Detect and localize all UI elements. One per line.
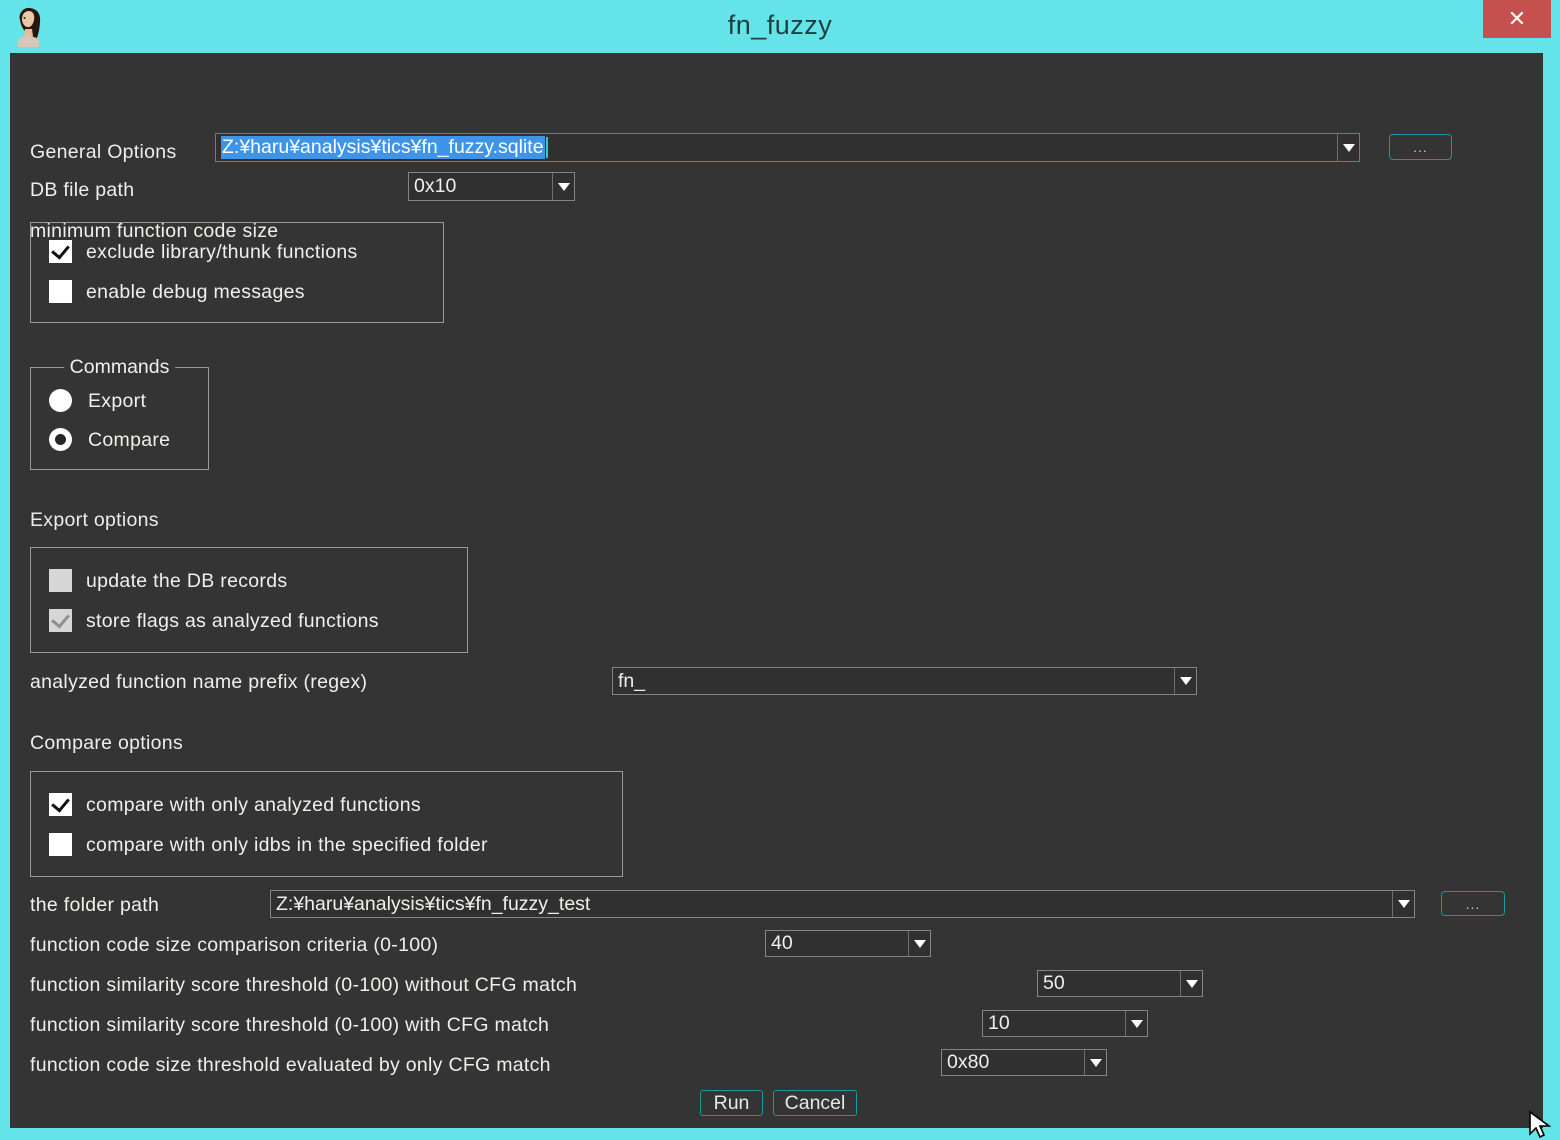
compare-analyzed-checkbox[interactable] (49, 793, 72, 816)
run-button[interactable]: Run (700, 1090, 763, 1116)
commands-legend: Commands (64, 356, 176, 379)
enable-debug-checkbox[interactable] (49, 280, 72, 303)
dropdown-arrow-icon[interactable] (1125, 1011, 1147, 1036)
compare-idbs-label: compare with only idbs in the specified … (86, 834, 488, 857)
compare-idbs-checkbox[interactable] (49, 833, 72, 856)
criteria-combobox[interactable]: 40 (765, 930, 931, 957)
export-radio[interactable] (49, 389, 72, 412)
update-db-records-checkbox[interactable] (49, 569, 72, 592)
compare-analyzed-label: compare with only analyzed functions (86, 794, 421, 817)
sim-with-cfg-label: function similarity score threshold (0-1… (30, 1014, 549, 1037)
dropdown-arrow-icon[interactable] (552, 173, 574, 200)
size-threshold-cfg-value: 0x80 (942, 1051, 1084, 1074)
prefix-combobox[interactable]: fn_ (612, 667, 1197, 695)
folder-path-label: the folder path (30, 894, 159, 917)
dropdown-arrow-icon[interactable] (1174, 668, 1196, 694)
enable-debug-label: enable debug messages (86, 281, 305, 304)
export-radio-label: Export (88, 390, 146, 413)
prefix-value: fn_ (613, 670, 1174, 693)
folder-browse-button[interactable]: ... (1441, 891, 1505, 916)
fn-fuzzy-dialog: General Options DB file path Z:¥haru¥ana… (10, 53, 1543, 1128)
close-button[interactable]: ✕ (1483, 0, 1551, 38)
folder-path-combobox[interactable]: Z:¥haru¥analysis¥tics¥fn_fuzzy_test (270, 890, 1415, 918)
window-title: fn_fuzzy (0, 10, 1560, 41)
text-caret (546, 137, 548, 158)
compare-radio-label: Compare (88, 429, 170, 452)
db-file-path-value: Z:¥haru¥analysis¥tics¥fn_fuzzy.sqlite (216, 136, 1337, 159)
dropdown-arrow-icon[interactable] (1392, 891, 1414, 917)
general-checkbox-group: exclude library/thunk functions enable d… (30, 222, 444, 323)
dropdown-arrow-icon[interactable] (1084, 1050, 1106, 1075)
dropdown-arrow-icon[interactable] (908, 931, 930, 956)
dropdown-arrow-icon[interactable] (1180, 971, 1202, 996)
store-flags-label: store flags as analyzed functions (86, 610, 379, 633)
db-path-browse-button[interactable]: ... (1389, 134, 1452, 160)
general-options-heading: General Options (30, 141, 177, 164)
compare-radio[interactable] (49, 428, 72, 451)
db-file-path-combobox[interactable]: Z:¥haru¥analysis¥tics¥fn_fuzzy.sqlite (215, 133, 1360, 162)
export-options-heading: Export options (30, 509, 159, 532)
exclude-library-checkbox[interactable] (49, 240, 72, 263)
commands-group: Commands Export Compare (30, 367, 209, 470)
criteria-label: function code size comparison criteria (… (30, 934, 438, 957)
min-code-size-combobox[interactable]: 0x10 (408, 172, 575, 201)
mouse-cursor (1527, 1110, 1557, 1140)
sim-with-cfg-combobox[interactable]: 10 (982, 1010, 1148, 1037)
cancel-button[interactable]: Cancel (773, 1090, 857, 1116)
sim-without-cfg-label: function similarity score threshold (0-1… (30, 974, 577, 997)
exclude-library-label: exclude library/thunk functions (86, 241, 358, 264)
compare-options-heading: Compare options (30, 732, 183, 755)
size-threshold-cfg-label: function code size threshold evaluated b… (30, 1054, 551, 1077)
db-file-path-label: DB file path (30, 179, 134, 202)
update-db-records-label: update the DB records (86, 570, 287, 593)
min-code-size-value: 0x10 (409, 175, 552, 198)
dropdown-arrow-icon[interactable] (1337, 134, 1359, 161)
sim-without-cfg-combobox[interactable]: 50 (1037, 970, 1203, 997)
criteria-value: 40 (766, 932, 908, 955)
compare-options-group: compare with only analyzed functions com… (30, 771, 623, 877)
sim-without-cfg-value: 50 (1038, 972, 1180, 995)
sim-with-cfg-value: 10 (983, 1012, 1125, 1035)
folder-path-value: Z:¥haru¥analysis¥tics¥fn_fuzzy_test (271, 893, 1392, 916)
store-flags-checkbox[interactable] (49, 609, 72, 632)
title-bar: fn_fuzzy ✕ (0, 0, 1560, 53)
prefix-label: analyzed function name prefix (regex) (30, 671, 367, 694)
size-threshold-cfg-combobox[interactable]: 0x80 (941, 1049, 1107, 1076)
export-options-group: update the DB records store flags as ana… (30, 547, 468, 653)
